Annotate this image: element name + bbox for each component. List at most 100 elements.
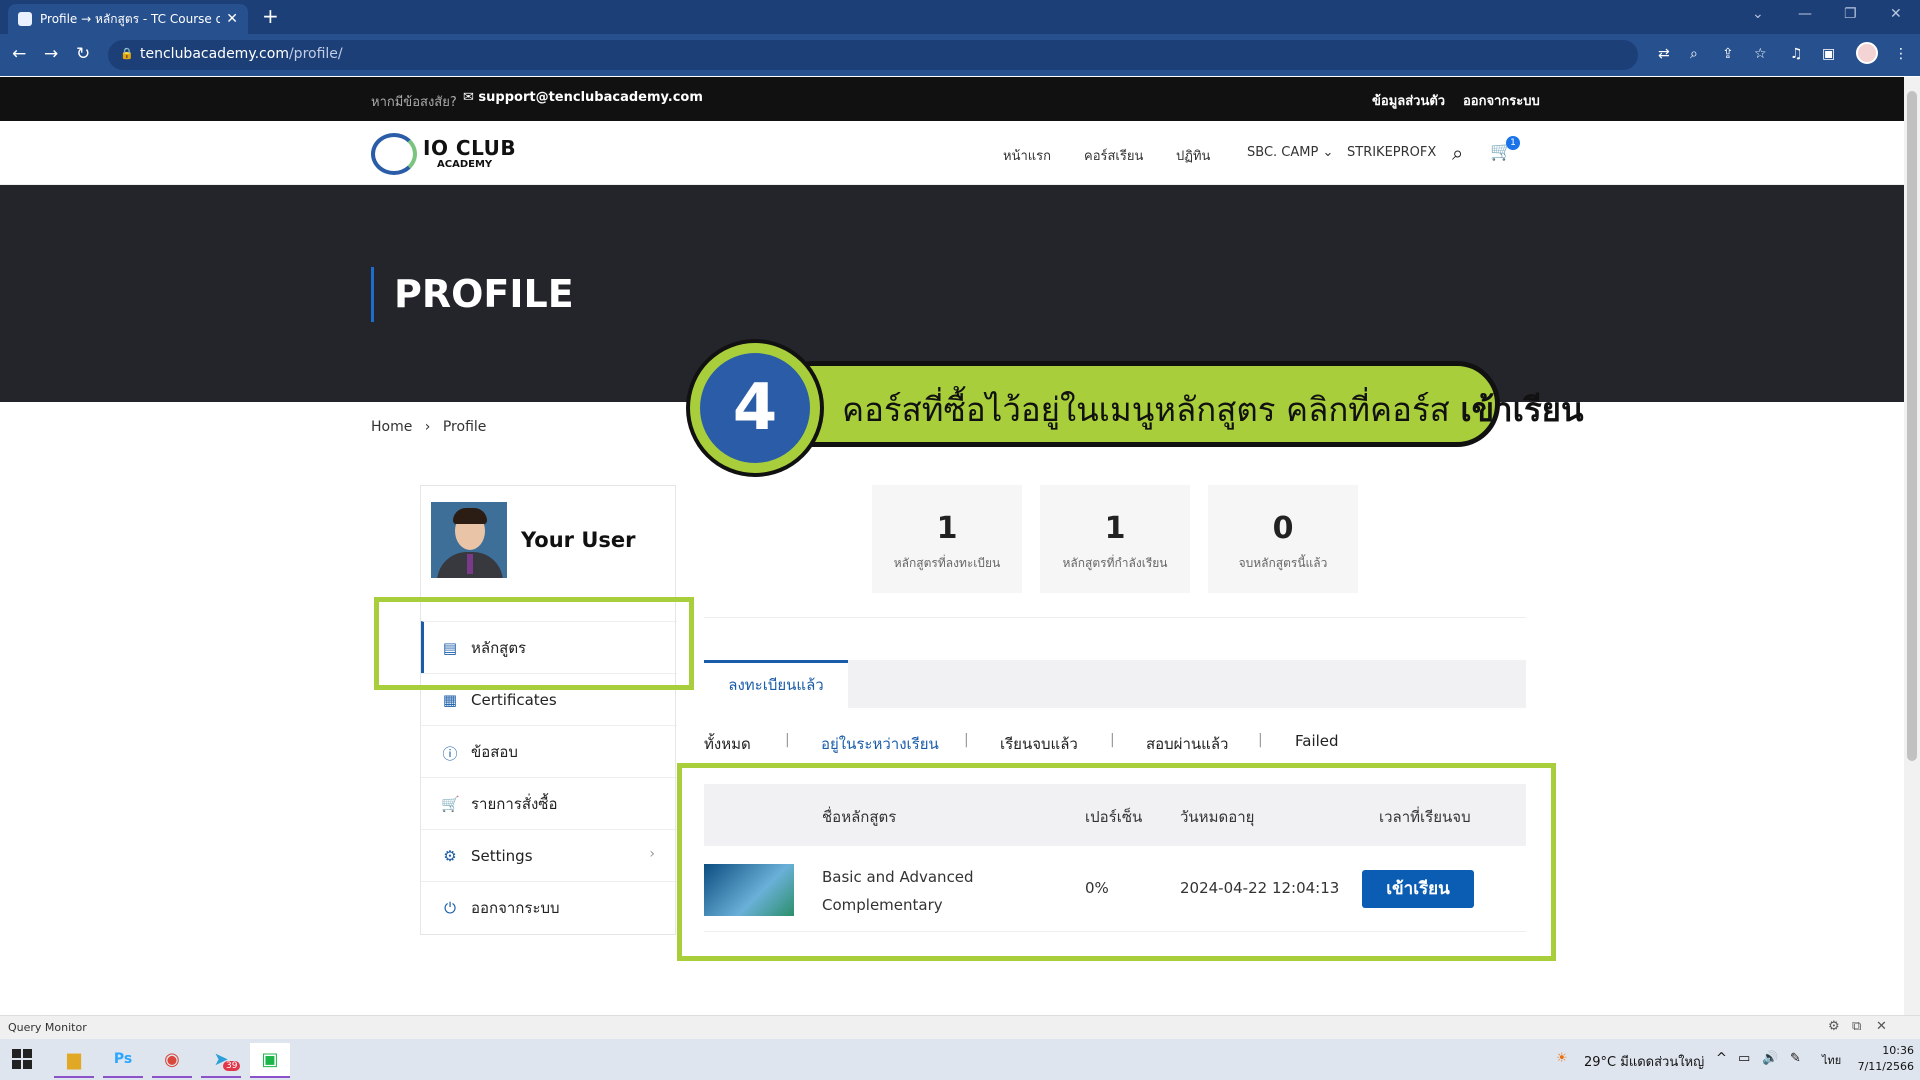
back-icon[interactable]: ← [12, 44, 26, 64]
page-title: PROFILE [371, 267, 574, 322]
stat-enrolled: 1 หลักสูตรที่ลงทะเบียน [872, 485, 1022, 593]
windows-start-icon[interactable] [12, 1049, 32, 1069]
filter-separator: | [964, 732, 969, 748]
site-logo[interactable]: IO CLUB ACADEMY [371, 131, 521, 175]
filter-separator: | [1110, 732, 1115, 748]
translate-icon[interactable]: ⇄ [1658, 46, 1670, 62]
question-icon: ⓘ [442, 744, 458, 763]
sidebar-item-settings[interactable]: ⚙ Settings › [421, 829, 677, 881]
filter-finished[interactable]: เรียนจบแล้ว [1000, 732, 1078, 756]
filter-all[interactable]: ทั้งหมด [704, 732, 751, 756]
tray-chevron-icon[interactable]: ^ [1716, 1051, 1727, 1066]
zoom-icon[interactable]: ⌕ [1690, 46, 1698, 62]
close-tab-icon[interactable]: ✕ [226, 11, 238, 27]
forward-icon[interactable]: → [44, 44, 58, 64]
nav-camp[interactable]: SBC. CAMP ⌄ [1247, 145, 1333, 160]
avatar-tie [467, 554, 473, 574]
scrollbar-thumb[interactable] [1907, 91, 1917, 761]
profile-avatar-icon[interactable] [1856, 42, 1878, 64]
menu-kebab-icon[interactable]: ⋮ [1894, 46, 1908, 62]
nav-calendar[interactable]: ปฏิทิน [1176, 145, 1210, 166]
sidebar-item-logout[interactable]: ⏻ ออกจากระบบ [421, 881, 677, 933]
filter-failed[interactable]: Failed [1295, 732, 1339, 750]
bookmark-star-icon[interactable]: ☆ [1754, 46, 1767, 62]
cart-count-badge: 1 [1506, 136, 1520, 150]
system-clock[interactable]: 10:36 7/11/2566 [1854, 1043, 1914, 1075]
col-expiry: วันหมดอายุ [1180, 808, 1255, 826]
filter-separator: | [1258, 732, 1263, 748]
telegram-badge: 39 [223, 1061, 241, 1071]
nav-camp-label: SBC. CAMP [1247, 145, 1319, 160]
url-path: /profile/ [288, 46, 343, 62]
input-language[interactable]: ไทย [1822, 1051, 1841, 1069]
tab-search-icon[interactable]: ⌄ [1752, 6, 1764, 22]
nav-courses[interactable]: คอร์สเรียน [1084, 145, 1143, 166]
sidebar-item-label: Settings [471, 846, 533, 865]
popout-icon[interactable]: ⧉ [1852, 1019, 1861, 1034]
tab-enrolled[interactable]: ลงทะเบียนแล้ว [704, 660, 848, 708]
chrome-icon[interactable]: ◉ [152, 1043, 192, 1078]
browser-tab[interactable]: Profile → หลักสูตร - TC Course on ✕ [8, 4, 248, 34]
filter-in-progress[interactable]: อยู่ในระหว่างเรียน [821, 732, 939, 756]
support-email-link[interactable]: ✉ support@tenclubacademy.com [463, 90, 703, 105]
line-icon[interactable]: ▣ [250, 1043, 290, 1078]
close-icon[interactable]: ✕ [1876, 1019, 1887, 1034]
sidebar-item-label: ข้อสอบ [471, 742, 518, 761]
account-link[interactable]: ข้อมูลส่วนตัว [1372, 90, 1445, 111]
nav-home[interactable]: หน้าแรก [1003, 145, 1051, 166]
weather-text[interactable]: 29°C มีแดดส่วนใหญ่ [1584, 1051, 1704, 1072]
site-favicon-icon [18, 12, 32, 26]
share-icon[interactable]: ⇪ [1722, 46, 1734, 62]
course-name[interactable]: Basic and Advanced Complementary [822, 863, 992, 919]
restore-icon[interactable]: ❐ [1844, 6, 1857, 22]
help-question: หากมีข้อสงสัย? [371, 95, 457, 110]
query-monitor-label[interactable]: Query Monitor [8, 1021, 87, 1034]
stat-value: 1 [936, 511, 958, 546]
minimize-icon[interactable]: — [1798, 6, 1812, 22]
stat-label: หลักสูตรที่กำลังเรียน [1062, 556, 1168, 570]
page-scrollbar[interactable] [1904, 77, 1920, 1015]
tutorial-step-number: 4 [690, 343, 820, 473]
pen-icon[interactable]: ✎ [1790, 1051, 1801, 1066]
close-window-icon[interactable]: ✕ [1890, 6, 1902, 22]
url-host: tenclubacademy.com [140, 46, 289, 62]
divider [704, 617, 1526, 618]
network-icon[interactable]: ▭ [1738, 1051, 1750, 1066]
logo-mark-icon [371, 133, 417, 175]
avatar [431, 502, 507, 578]
volume-icon[interactable]: 🔊 [1762, 1051, 1778, 1066]
logo-sub: ACADEMY [437, 159, 493, 170]
course-thumbnail[interactable] [704, 864, 794, 916]
new-tab-icon[interactable]: + [262, 4, 279, 28]
weather-icon[interactable]: ☀ [1556, 1051, 1568, 1066]
browser-tab-bar: Profile → หลักสูตร - TC Course on ✕ + ⌄ … [0, 0, 1920, 34]
tutorial-callout-text: คอร์สที่ซื้อไว้อยู่ในเมนูหลักสูตร คลิกที… [842, 383, 1584, 436]
media-icon[interactable]: ♫ [1790, 46, 1803, 62]
site-topbar: หากมีข้อสงสัย? ✉ support@tenclubacademy.… [0, 77, 1904, 121]
sidebar-item-label: รายการสั่งซื้อ [471, 794, 558, 813]
file-explorer-icon[interactable]: ▆ [54, 1043, 94, 1078]
gear-icon[interactable]: ⚙ [1828, 1019, 1840, 1034]
course-expiry: 2024-04-22 12:04:13 [1180, 879, 1340, 897]
logout-link[interactable]: ออกจากระบบ [1463, 90, 1540, 111]
breadcrumb-home[interactable]: Home [371, 419, 412, 435]
avatar-hair [453, 508, 487, 524]
browser-toolbar: ← → ↻ 🔒 tenclubacademy.com/profile/ ⇄ ⌕ … [0, 34, 1920, 76]
profile-sidebar: Your User ▤ หลักสูตร ▦ Certificates ⓘ ข้… [420, 485, 677, 935]
chevron-right-icon: › [649, 846, 655, 862]
address-bar[interactable]: 🔒 tenclubacademy.com/profile/ [108, 40, 1638, 70]
enter-course-button[interactable]: เข้าเรียน [1362, 870, 1474, 908]
search-icon[interactable]: ⌕ [1452, 141, 1463, 165]
side-panel-icon[interactable]: ▣ [1822, 46, 1835, 62]
callout-bold: เข้าเรียน [1460, 390, 1584, 429]
photoshop-icon[interactable]: Ps [103, 1043, 143, 1078]
sidebar-item-orders[interactable]: 🛒 รายการสั่งซื้อ [421, 777, 677, 829]
filter-passed[interactable]: สอบผ่านแล้ว [1146, 732, 1228, 756]
sidebar-item-quiz[interactable]: ⓘ ข้อสอบ [421, 725, 677, 777]
stat-finished: 0 จบหลักสูตรนี้แล้ว [1208, 485, 1358, 593]
logout-icon: ⏻ [444, 898, 456, 917]
nav-strike[interactable]: STRIKEPROFX [1347, 145, 1436, 160]
reload-icon[interactable]: ↻ [76, 44, 90, 64]
callout-message: คอร์สที่ซื้อไว้อยู่ในเมนูหลักสูตร คลิกที… [842, 390, 1450, 429]
windows-taskbar: ▆ Ps ◉ ➤ 39 ▣ ☀ 29°C มีแดดส่วนใหญ่ ^ ▭ 🔊… [0, 1039, 1920, 1080]
